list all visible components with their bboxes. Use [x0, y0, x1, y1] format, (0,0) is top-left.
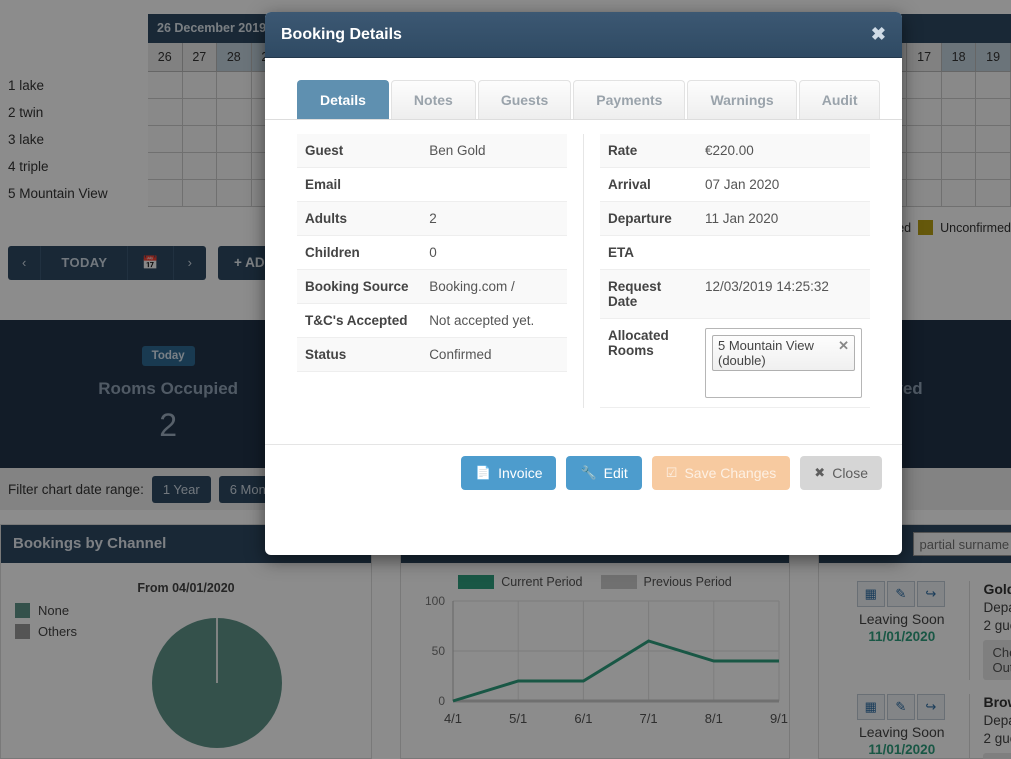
details-left-table: Guest Ben Gold Email Adults 2 Children 0 Bookin… — [297, 134, 567, 372]
allocated-rooms-select[interactable]: 5 Mountain View (double) ✕ — [705, 328, 862, 398]
allocated-rooms-label: Allocated Rooms — [608, 328, 669, 358]
allocated-rooms-cell: 5 Mountain View (double) ✕ — [697, 319, 870, 408]
screen: 1 lake 2 twin 3 lake 4 triple 5 Mountain Vie… — [0, 0, 1011, 759]
save-changes-button[interactable]: ☑ Save Changes — [651, 455, 791, 490]
button-label: Close — [832, 464, 868, 481]
save-changes-icon: ☑ — [665, 464, 678, 480]
invoice-icon: 📄 — [474, 464, 492, 480]
close-icon: ✖ — [814, 464, 826, 480]
tab-payments[interactable]: Payments — [573, 80, 686, 119]
close-button[interactable]: ✖ Close — [800, 455, 882, 490]
detail-value: 0 — [429, 245, 437, 260]
modal-tabs: Details Notes Guests Payments Warnings Audit — [265, 58, 902, 120]
modal-body: Details Notes Guests Payments Warnings Audit … — [265, 58, 902, 500]
modal-header: Booking Details ✖ — [265, 12, 902, 58]
detail-value: Not accepted yet. — [429, 313, 535, 328]
detail-row: Status Confirmed — [297, 337, 567, 372]
button-label: Save Changes — [684, 464, 777, 481]
detail-row: Guest Ben Gold — [297, 134, 567, 168]
remove-room-icon[interactable]: ✕ — [838, 338, 849, 368]
detail-label: Arrival — [608, 177, 651, 192]
tab-details[interactable]: Details — [297, 80, 389, 119]
invoice-button[interactable]: 📄 Invoice — [460, 455, 557, 490]
detail-row: ETA — [600, 236, 870, 270]
detail-label: Booking Source — [305, 279, 409, 294]
detail-label: Adults — [305, 211, 347, 226]
tab-notes[interactable]: Notes — [390, 80, 476, 119]
detail-label: Rate — [608, 143, 638, 158]
detail-value: 12/03/2019 14:25:32 — [705, 279, 829, 294]
details-right-column: Rate €220.00 Arrival 07 Jan 2020 Departure 11… — [584, 134, 870, 408]
detail-row: Email — [297, 168, 567, 202]
details-columns: Guest Ben Gold Email Adults 2 Children 0 Bookin… — [265, 120, 902, 408]
tab-guests[interactable]: Guests — [477, 80, 572, 119]
allocated-room-label: 5 Mountain View (double) — [718, 338, 814, 368]
detail-value: €220.00 — [705, 143, 754, 158]
detail-row: Adults 2 — [297, 201, 567, 236]
detail-row: T&C's Accepted Not accepted yet. — [297, 304, 567, 338]
detail-row: Arrival 07 Jan 2020 — [600, 168, 870, 202]
detail-label: T&C's Accepted — [305, 313, 408, 328]
modal-title: Booking Details — [281, 25, 402, 43]
detail-value — [697, 236, 870, 270]
button-label: Edit — [603, 464, 628, 481]
detail-label: Departure — [608, 211, 672, 226]
detail-row: Request Date 12/03/2019 14:25:32 — [600, 269, 870, 319]
modal-footer: 📄 Invoice 🔧 Edit ☑ Save Changes ✖ Close — [265, 444, 902, 500]
detail-label: Guest — [305, 143, 344, 158]
allocated-rooms-row: Allocated Rooms 5 Mountain View (double) ✕ — [600, 319, 870, 408]
details-left-column: Guest Ben Gold Email Adults 2 Children 0 Bookin… — [297, 134, 584, 408]
close-icon[interactable]: ✖ — [871, 24, 886, 45]
detail-label: ETA — [608, 245, 634, 260]
edit-button[interactable]: 🔧 Edit — [566, 455, 642, 490]
allocated-room-chip[interactable]: 5 Mountain View (double) ✕ — [712, 335, 855, 371]
detail-label: Email — [305, 177, 342, 192]
detail-row: Departure 11 Jan 2020 — [600, 201, 870, 236]
details-right-table: Rate €220.00 Arrival 07 Jan 2020 Departure 11… — [600, 134, 870, 408]
detail-value — [421, 168, 567, 202]
detail-row: Children 0 — [297, 236, 567, 270]
edit-icon: 🔧 — [580, 464, 597, 480]
booking-details-modal: Booking Details ✖ Details Notes Guests Paym… — [265, 12, 902, 555]
detail-value: Booking.com / — [429, 279, 515, 294]
detail-value: Ben Gold — [429, 143, 486, 158]
tab-warnings[interactable]: Warnings — [687, 80, 797, 119]
tab-audit[interactable]: Audit — [798, 80, 881, 119]
detail-value: 2 — [429, 211, 437, 226]
detail-value: 11 Jan 2020 — [705, 211, 779, 226]
detail-label: Status — [305, 347, 347, 362]
detail-row: Booking Source Booking.com / — [297, 269, 567, 304]
detail-label: Request Date — [608, 279, 662, 309]
detail-row: Rate €220.00 — [600, 134, 870, 168]
detail-value: Confirmed — [429, 347, 492, 362]
detail-value: 07 Jan 2020 — [705, 177, 780, 192]
detail-label: Children — [305, 245, 360, 260]
button-label: Invoice — [498, 464, 543, 481]
